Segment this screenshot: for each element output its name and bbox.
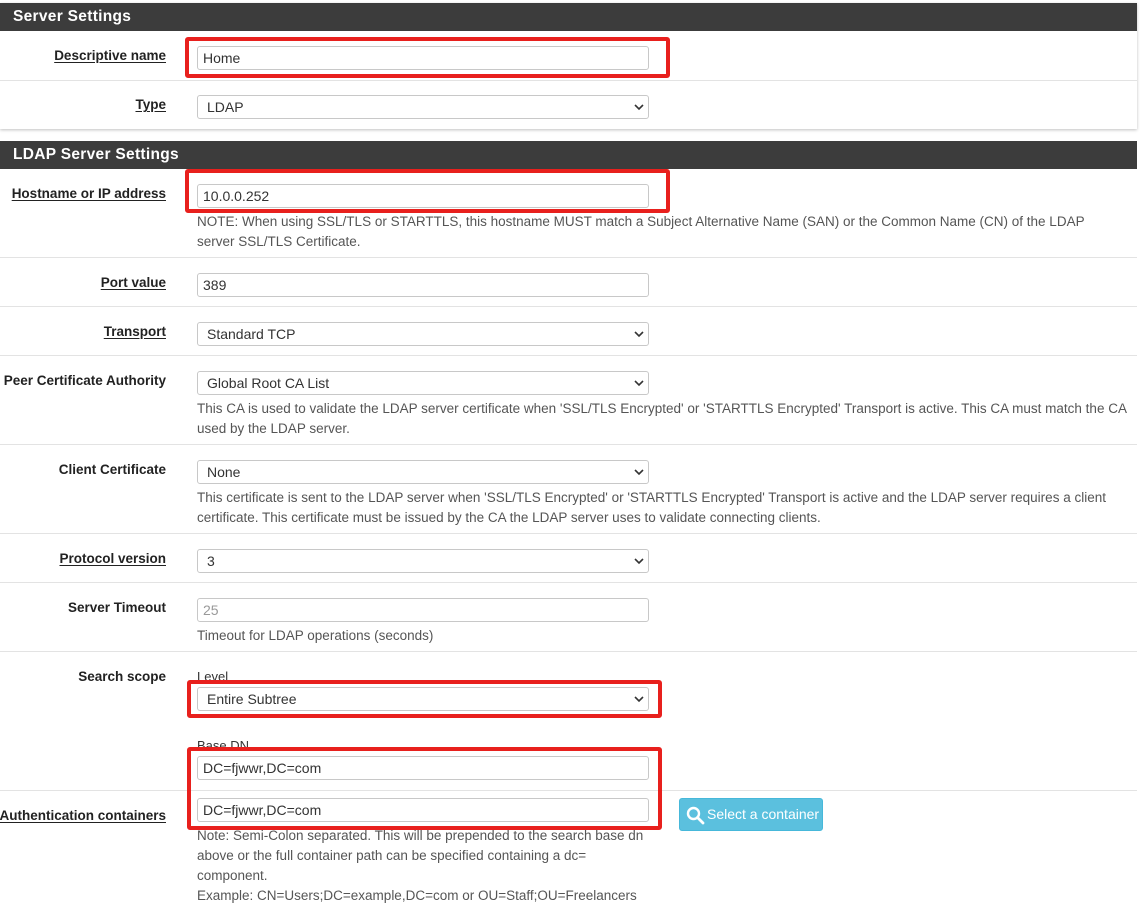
- type-label: Type: [135, 97, 166, 112]
- hostname-help: NOTE: When using SSL/TLS or STARTTLS, th…: [197, 214, 1085, 249]
- transport-label: Transport: [103, 324, 166, 339]
- peer-ca-row: Peer Certificate Authority Global Root C…: [0, 356, 1137, 445]
- search-scope-label: Search scope: [78, 669, 166, 684]
- server-settings-heading: Server Settings: [0, 3, 1137, 31]
- client-cert-select-value: None: [207, 464, 241, 480]
- protocol-row: Protocol version 3: [0, 534, 1137, 583]
- protocol-select[interactable]: 3: [197, 549, 649, 573]
- select-container-button[interactable]: Select a container: [679, 798, 823, 831]
- auth-containers-help: Note: Semi-Colon separated. This will be…: [197, 828, 644, 883]
- timeout-help: Timeout for LDAP operations (seconds): [197, 628, 434, 643]
- hostname-label: Hostname or IP address: [11, 186, 166, 201]
- peer-ca-select[interactable]: Global Root CA List: [197, 371, 649, 395]
- chevron-down-icon: [634, 380, 644, 387]
- highlight-box-base-dn: [187, 747, 662, 830]
- port-row: Port value 389: [0, 258, 1137, 307]
- search-icon: [686, 806, 705, 825]
- port-label: Port value: [100, 275, 166, 290]
- highlight-box-search-scope: [187, 680, 662, 718]
- descriptive-name-label: Descriptive name: [54, 48, 166, 63]
- chevron-down-icon: [634, 558, 644, 565]
- highlight-box-hostname: [185, 169, 670, 213]
- client-cert-help: This certificate is sent to the LDAP ser…: [197, 490, 1106, 525]
- peer-ca-select-value: Global Root CA List: [207, 375, 330, 391]
- transport-select[interactable]: Standard TCP: [197, 322, 649, 346]
- timeout-input[interactable]: 25: [197, 598, 649, 622]
- client-cert-label: Client Certificate: [58, 462, 166, 477]
- transport-select-value: Standard TCP: [207, 326, 296, 342]
- auth-containers-example: Example: CN=Users;DC=example,DC=com or O…: [197, 888, 637, 903]
- transport-row: Transport Standard TCP: [0, 307, 1137, 356]
- timeout-label: Server Timeout: [67, 600, 166, 615]
- protocol-select-value: 3: [207, 553, 215, 569]
- auth-containers-label: Authentication containers: [0, 808, 166, 823]
- select-container-label: Select a container: [707, 806, 820, 822]
- client-cert-row: Client Certificate None This certificate…: [0, 445, 1137, 534]
- chevron-down-icon: [634, 331, 644, 338]
- chevron-down-icon: [634, 104, 644, 111]
- type-select[interactable]: LDAP: [197, 95, 649, 119]
- client-cert-select[interactable]: None: [197, 460, 649, 484]
- timeout-row: Server Timeout 25 Timeout for LDAP opera…: [0, 583, 1137, 652]
- chevron-down-icon: [634, 469, 644, 476]
- type-select-value: LDAP: [207, 99, 244, 115]
- protocol-label: Protocol version: [59, 551, 166, 566]
- highlight-box-descriptive-name: [185, 37, 670, 78]
- port-input[interactable]: 389: [197, 273, 649, 297]
- peer-ca-label: Peer Certificate Authority: [3, 373, 166, 388]
- type-row: Type LDAP: [0, 81, 1137, 129]
- peer-ca-help: This CA is used to validate the LDAP ser…: [197, 401, 1127, 436]
- ldap-settings-heading: LDAP Server Settings: [0, 141, 1137, 169]
